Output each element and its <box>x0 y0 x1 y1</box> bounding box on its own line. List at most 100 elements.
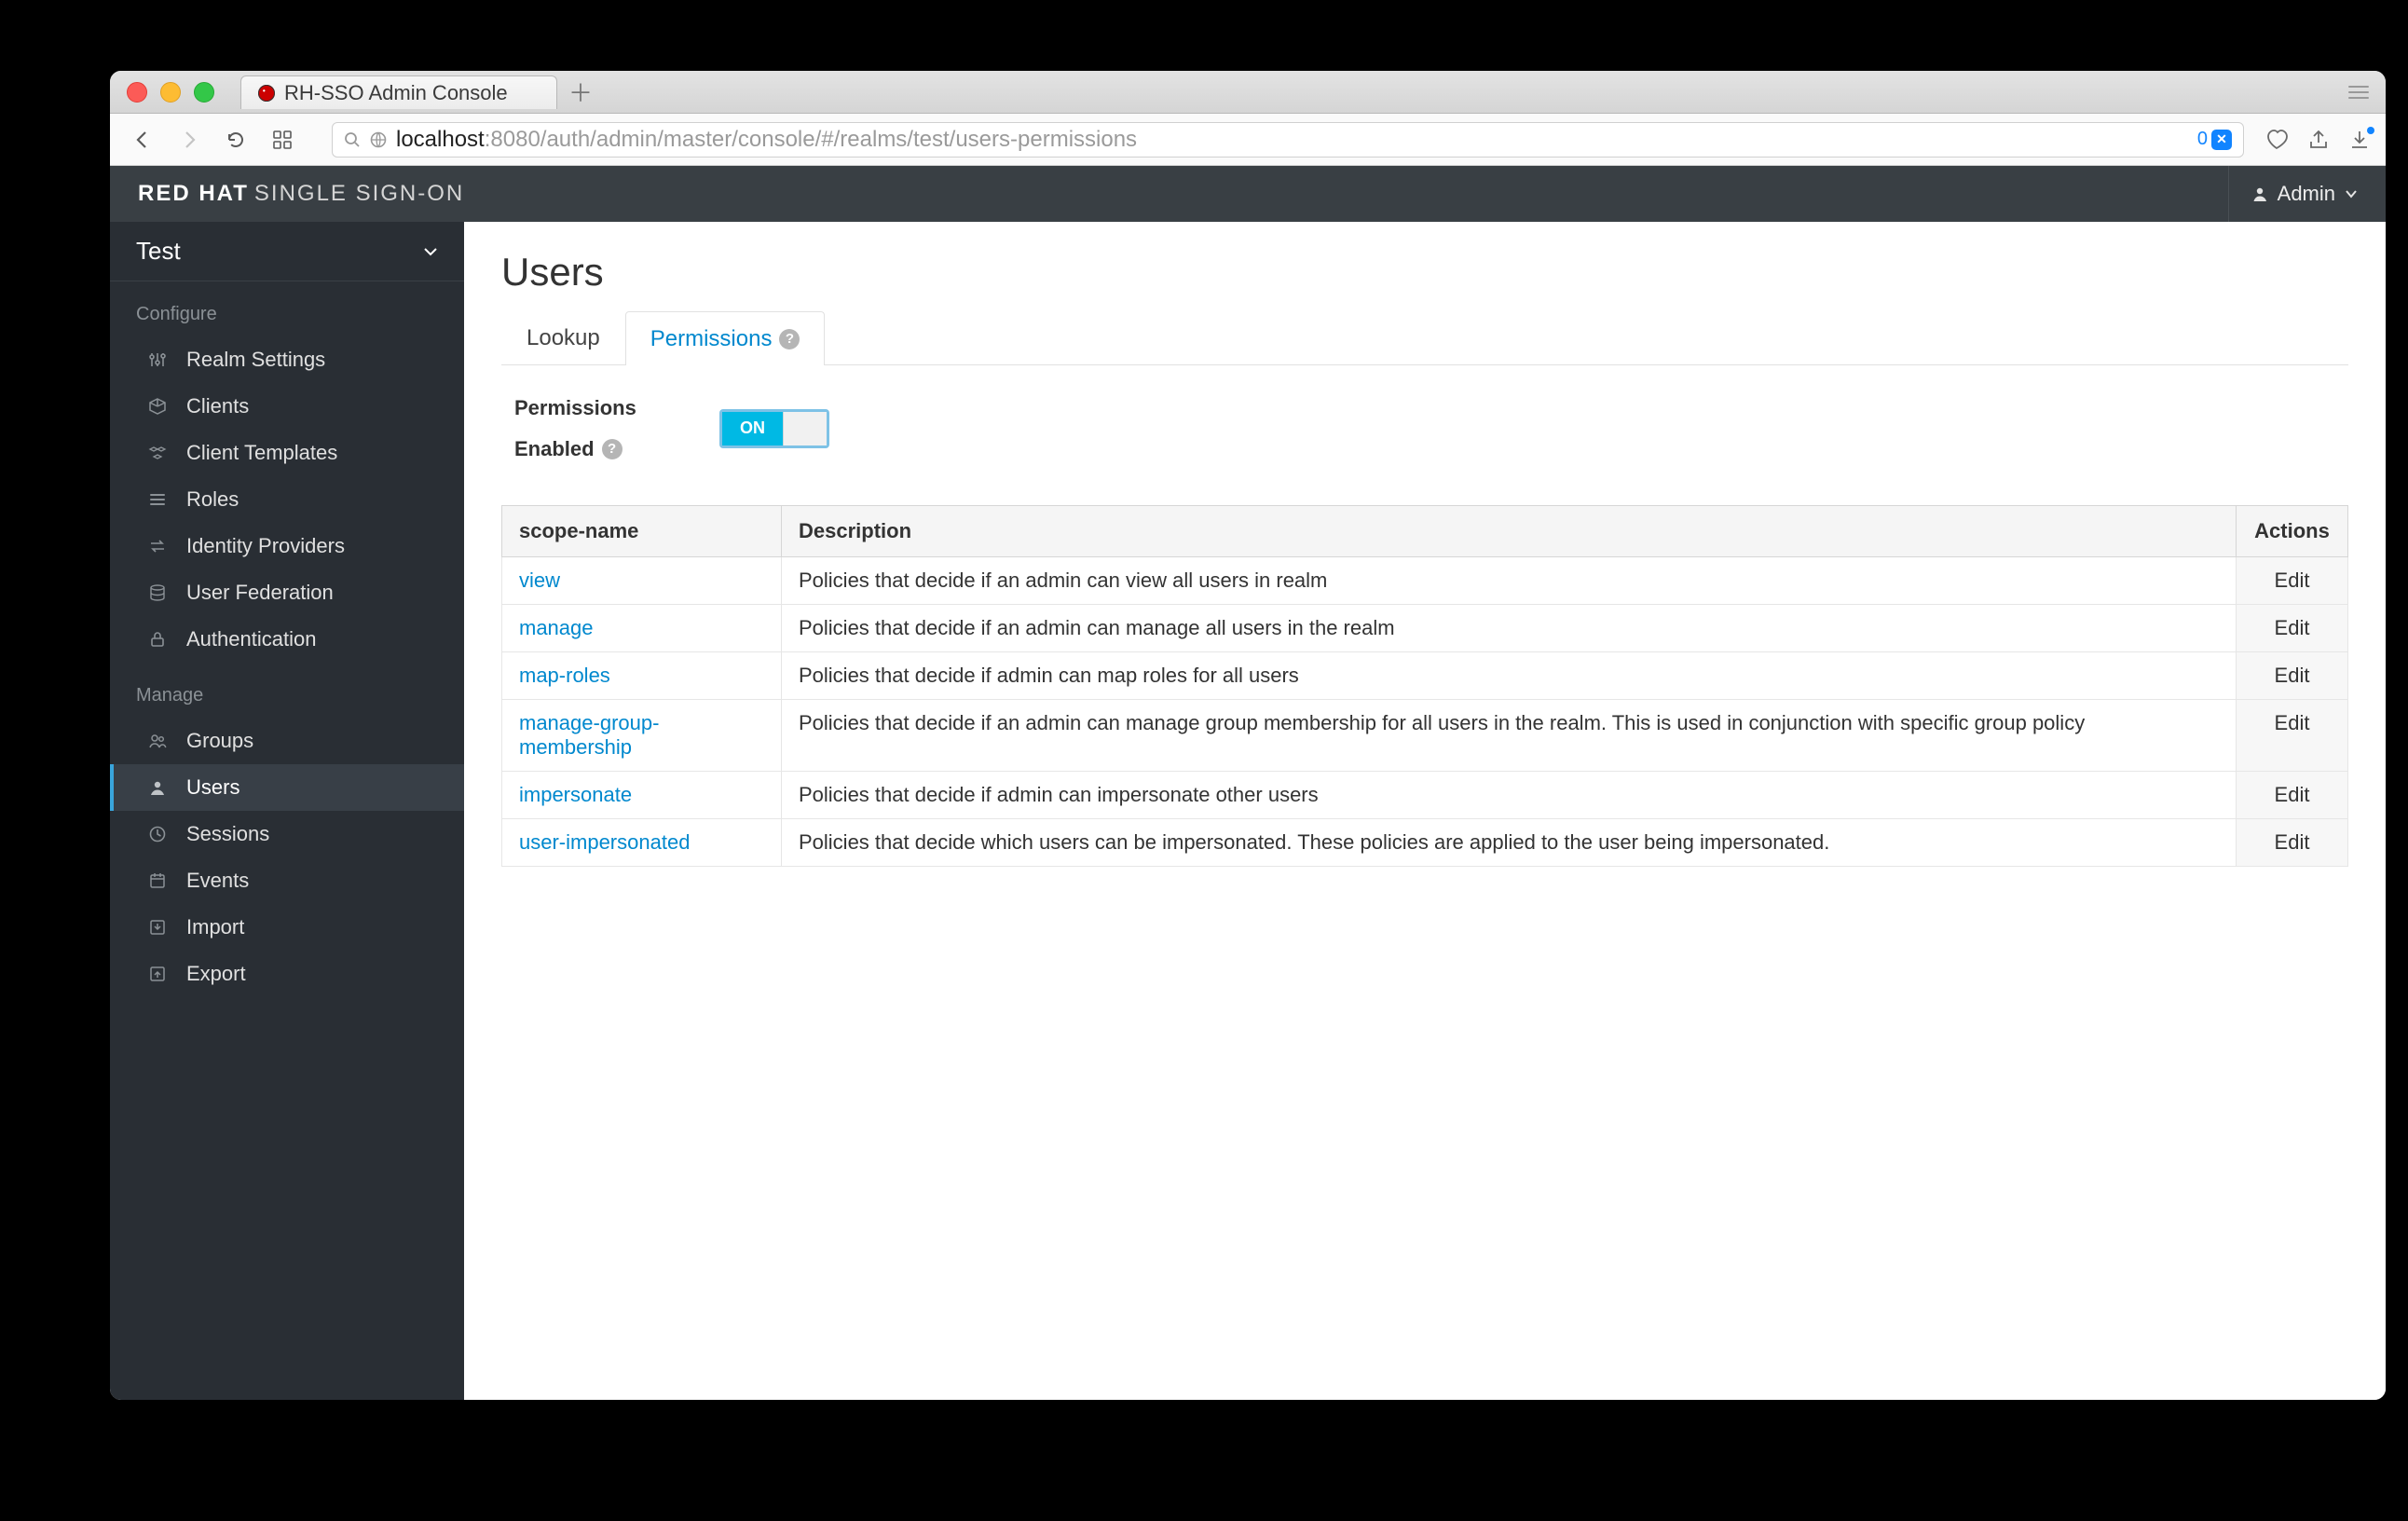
forward-button[interactable] <box>171 122 207 158</box>
table-header-row: scope-name Description Actions <box>502 505 2348 556</box>
scope-link[interactable]: map-roles <box>502 651 782 699</box>
browser-window: RH-SSO Admin Console ＋ lo <box>110 71 2386 1400</box>
tab-lookup[interactable]: Lookup <box>501 311 625 364</box>
sidebar-item-groups[interactable]: Groups <box>110 718 464 764</box>
chevron-down-icon <box>423 244 438 259</box>
sidebar-item-import[interactable]: Import <box>110 904 464 951</box>
database-icon <box>145 583 170 602</box>
scope-description: Policies that decide if an admin can man… <box>782 604 2237 651</box>
user-icon <box>2251 185 2268 202</box>
sidebar-item-label: Events <box>186 869 249 893</box>
sidebar-item-sessions[interactable]: Sessions <box>110 811 464 857</box>
col-scope-name: scope-name <box>502 505 782 556</box>
share-icon[interactable] <box>2307 129 2330 151</box>
sidebar-item-label: Import <box>186 915 244 939</box>
user-menu[interactable]: Admin <box>2228 166 2358 222</box>
edit-button[interactable]: Edit <box>2237 651 2348 699</box>
edit-button[interactable]: Edit <box>2237 771 2348 818</box>
sidebar-item-label: Realm Settings <box>186 348 325 372</box>
import-icon <box>145 918 170 937</box>
brand-thin: SINGLE SIGN-ON <box>254 181 464 207</box>
browser-tab-title: RH-SSO Admin Console <box>284 81 508 105</box>
minimize-window-button[interactable] <box>160 82 181 103</box>
scope-description: Policies that decide if an admin can vie… <box>782 556 2237 604</box>
scope-link[interactable]: impersonate <box>502 771 782 818</box>
reload-button[interactable] <box>218 122 253 158</box>
maximize-window-button[interactable] <box>194 82 214 103</box>
sidebar-item-export[interactable]: Export <box>110 951 464 997</box>
list-icon <box>145 490 170 509</box>
address-bar[interactable]: localhost:8080/auth/admin/master/console… <box>332 122 2244 158</box>
help-icon[interactable]: ? <box>779 329 800 349</box>
sidebar-item-client-templates[interactable]: Client Templates <box>110 430 464 476</box>
table-row: user-impersonatedPolicies that decide wh… <box>502 818 2348 866</box>
brand-bold: RED HAT <box>138 181 249 207</box>
app-body: Test Configure Realm Settings Clients Cl… <box>110 222 2386 1400</box>
section-manage-label: Manage <box>110 663 464 718</box>
scope-link[interactable]: manage-group-membership <box>502 699 782 771</box>
shield-icon: ✕ <box>2211 130 2232 150</box>
sidebar-item-identity-providers[interactable]: Identity Providers <box>110 523 464 569</box>
edit-button[interactable]: Edit <box>2237 699 2348 771</box>
permissions-enabled-toggle[interactable]: ON <box>719 409 829 448</box>
sidebar-item-events[interactable]: Events <box>110 857 464 904</box>
user-label: Admin <box>2278 182 2335 206</box>
scope-link[interactable]: manage <box>502 604 782 651</box>
cubes-icon <box>145 444 170 462</box>
tab-permissions[interactable]: Permissions ? <box>625 311 826 365</box>
close-window-button[interactable] <box>127 82 147 103</box>
help-icon[interactable]: ? <box>602 439 623 459</box>
toggle-on-label: ON <box>722 412 783 445</box>
sidebar-item-realm-settings[interactable]: Realm Settings <box>110 336 464 383</box>
user-icon <box>145 778 170 797</box>
scope-description: Policies that decide which users can be … <box>782 818 2237 866</box>
url-host: localhost <box>396 127 485 152</box>
edit-button[interactable]: Edit <box>2237 818 2348 866</box>
calendar-icon <box>145 871 170 890</box>
sidebar-item-label: User Federation <box>186 581 334 605</box>
table-row: viewPolicies that decide if an admin can… <box>502 556 2348 604</box>
sidebar-item-authentication[interactable]: Authentication <box>110 616 464 663</box>
scope-link[interactable]: view <box>502 556 782 604</box>
sidebar-item-label: Users <box>186 775 239 800</box>
brand-logo[interactable]: RED HAT SINGLE SIGN-ON <box>138 181 464 207</box>
browser-tab[interactable]: RH-SSO Admin Console <box>240 75 557 109</box>
edit-button[interactable]: Edit <box>2237 556 2348 604</box>
exchange-icon <box>145 537 170 555</box>
sidebar-item-roles[interactable]: Roles <box>110 476 464 523</box>
sidebar-item-users[interactable]: Users <box>110 764 464 811</box>
tabstrip: Lookup Permissions ? <box>501 311 2348 365</box>
col-description: Description <box>782 505 2237 556</box>
tab-label: Lookup <box>527 325 600 351</box>
back-button[interactable] <box>125 122 160 158</box>
sidebar-item-user-federation[interactable]: User Federation <box>110 569 464 616</box>
tab-label: Permissions <box>650 326 773 352</box>
tab-overflow-icon[interactable] <box>2343 78 2374 106</box>
url-path: :8080/auth/admin/master/console/#/realms… <box>485 127 1137 152</box>
scope-link[interactable]: user-impersonated <box>502 818 782 866</box>
favorite-icon[interactable] <box>2264 128 2289 152</box>
permissions-table: scope-name Description Actions viewPolic… <box>501 505 2348 867</box>
edit-button[interactable]: Edit <box>2237 604 2348 651</box>
section-configure-label: Configure <box>110 281 464 336</box>
scope-description: Policies that decide if an admin can man… <box>782 699 2237 771</box>
app-header: RED HAT SINGLE SIGN-ON Admin <box>110 166 2386 222</box>
apps-grid-icon[interactable] <box>265 122 300 158</box>
sidebar-item-label: Clients <box>186 394 249 418</box>
sliders-icon <box>145 350 170 369</box>
new-tab-button[interactable]: ＋ <box>565 76 596 108</box>
permissions-enabled-row: Permissions Enabled ? ON <box>501 365 2348 483</box>
sidebar-item-label: Authentication <box>186 627 316 651</box>
sidebar-item-label: Sessions <box>186 822 269 846</box>
tracker-shield[interactable]: 0 ✕ <box>2197 129 2232 150</box>
label-line-1: Permissions <box>514 393 636 423</box>
tracker-count: 0 <box>2197 129 2208 150</box>
sidebar-item-label: Groups <box>186 729 253 753</box>
main-content: Users Lookup Permissions ? Permissions E… <box>464 222 2386 1400</box>
site-info-icon[interactable] <box>370 131 387 148</box>
realm-selector[interactable]: Test <box>110 222 464 281</box>
downloads-icon[interactable] <box>2348 129 2371 151</box>
url-text: localhost:8080/auth/admin/master/console… <box>396 127 1137 153</box>
sidebar-item-clients[interactable]: Clients <box>110 383 464 430</box>
scope-description: Policies that decide if admin can map ro… <box>782 651 2237 699</box>
